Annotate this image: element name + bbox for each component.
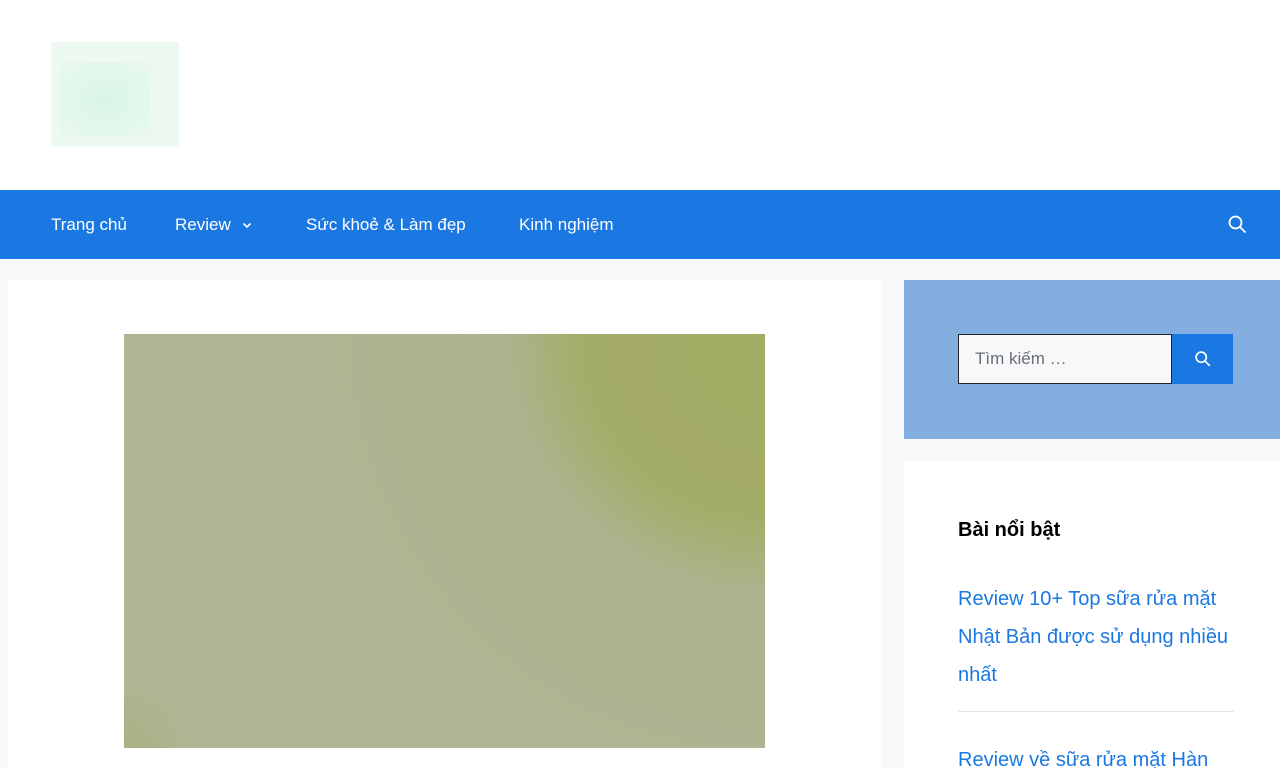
nav-item-label: Review bbox=[175, 215, 231, 234]
widget-title: Bài nổi bật bbox=[958, 519, 1061, 541]
nav-item-label: Kinh nghiệm bbox=[519, 215, 614, 234]
search-input[interactable]: Tìm kiếm … bbox=[958, 334, 1172, 384]
search-widget: Tìm kiếm … bbox=[904, 280, 1280, 439]
main-content bbox=[8, 280, 881, 768]
search-icon bbox=[1195, 351, 1211, 367]
nav-item-trang-chu[interactable]: Trang chủ bbox=[51, 190, 127, 259]
site-header bbox=[0, 0, 1280, 190]
divider bbox=[958, 711, 1234, 712]
main-navigation: Trang chủ Review Sức khoẻ & Làm đẹp Kinh… bbox=[0, 190, 1280, 259]
nav-item-label: Trang chủ bbox=[51, 215, 127, 234]
logo-image bbox=[59, 62, 151, 137]
nav-item-suc-khoe-lam-dep[interactable]: Sức khoẻ & Làm đẹp bbox=[306, 190, 466, 259]
search-button[interactable] bbox=[1172, 334, 1233, 384]
search-icon[interactable] bbox=[1227, 214, 1247, 234]
featured-posts-widget: Bài nổi bật Review 10+ Top sữa rửa mặt N… bbox=[904, 461, 1280, 768]
featured-post-link[interactable]: Review về sữa rửa mặt Hàn bbox=[958, 741, 1238, 768]
site-logo[interactable] bbox=[51, 42, 179, 147]
featured-post-link[interactable]: Review 10+ Top sữa rửa mặt Nhật Bản được… bbox=[958, 580, 1238, 694]
featured-image[interactable] bbox=[124, 334, 765, 748]
chevron-down-icon bbox=[241, 191, 253, 229]
search-placeholder: Tìm kiếm … bbox=[975, 349, 1067, 368]
nav-item-label: Sức khoẻ & Làm đẹp bbox=[306, 215, 466, 234]
nav-item-kinh-nghiem[interactable]: Kinh nghiệm bbox=[519, 190, 614, 259]
nav-item-review[interactable]: Review bbox=[175, 190, 253, 259]
